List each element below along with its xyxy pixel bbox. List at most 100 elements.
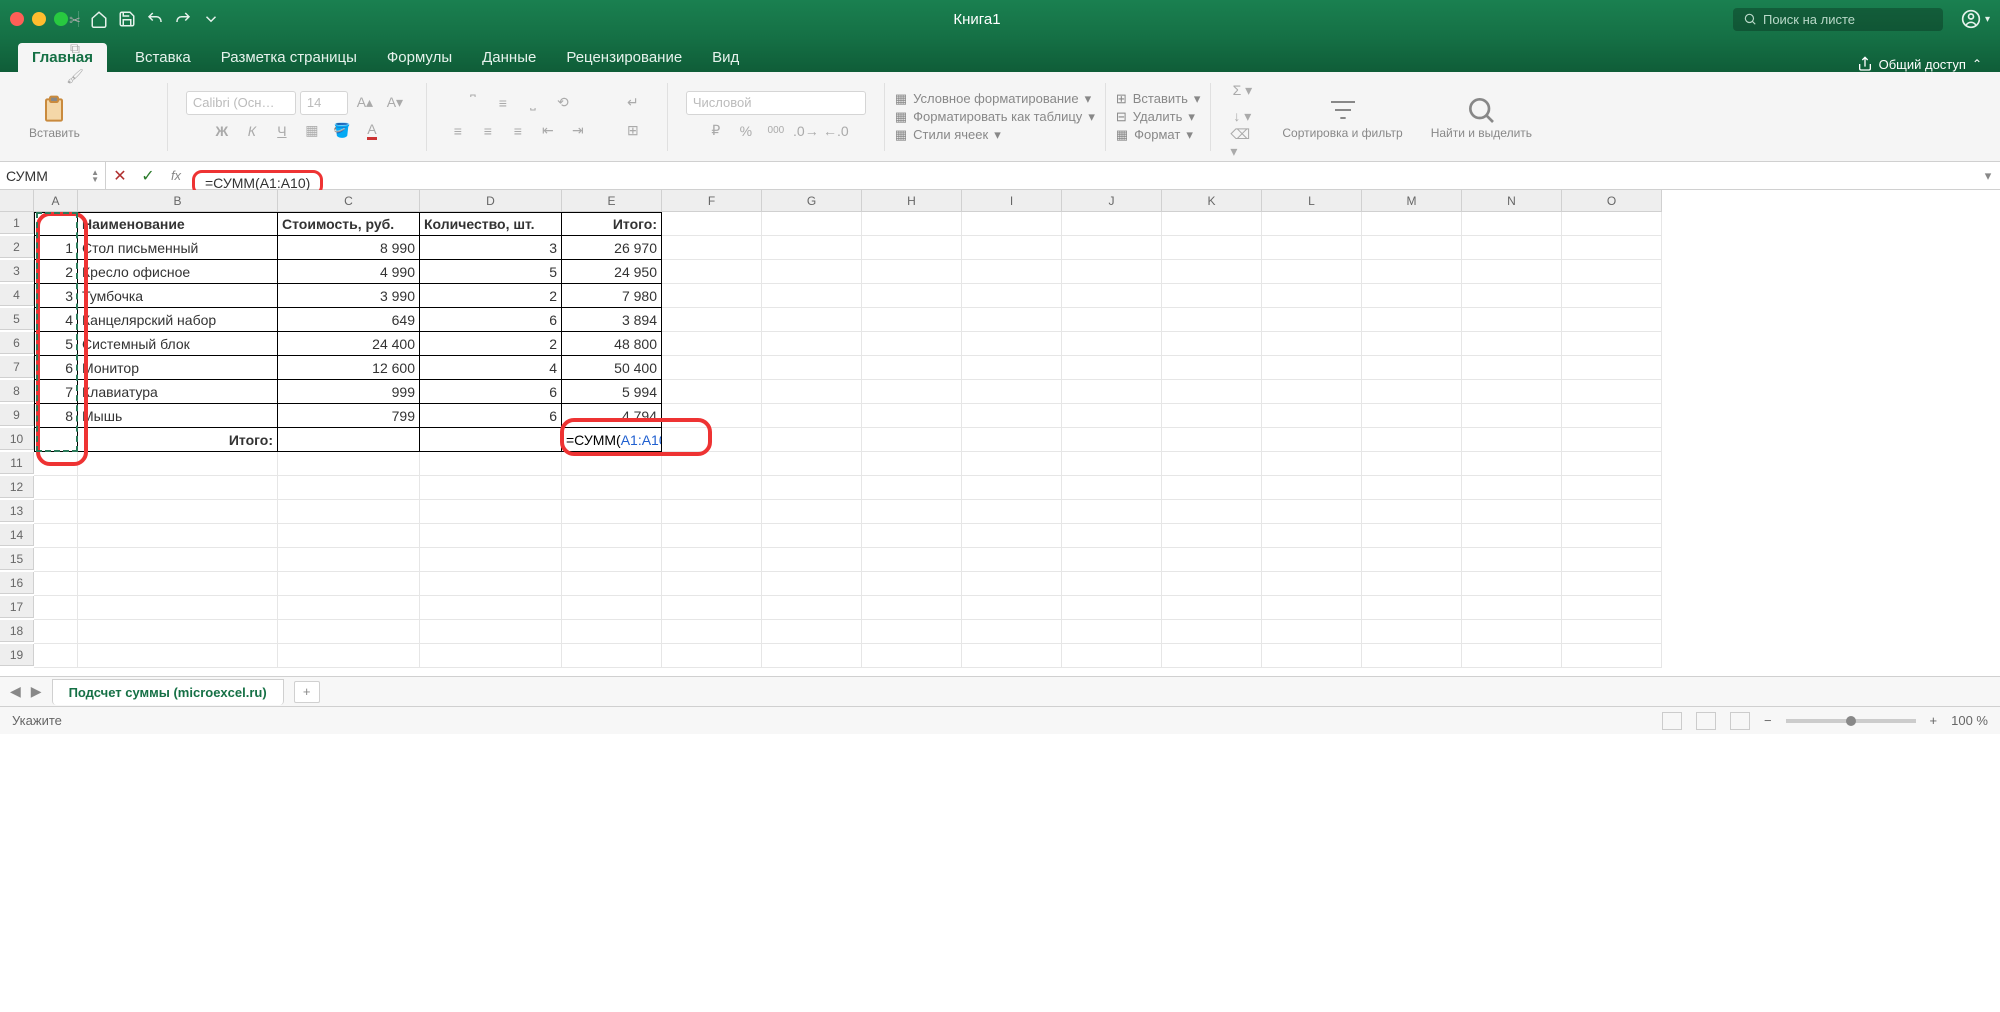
cell-N1[interactable] — [1462, 212, 1562, 236]
cell-K4[interactable] — [1162, 284, 1262, 308]
cell-M5[interactable] — [1362, 308, 1462, 332]
align-bottom-icon[interactable]: ⎵ — [520, 91, 546, 115]
home-icon[interactable] — [89, 9, 109, 29]
cell-E7[interactable]: 50 400 — [562, 356, 662, 380]
cell-O10[interactable] — [1562, 428, 1662, 452]
cell-B18[interactable] — [78, 620, 278, 644]
cell-A4[interactable]: 3 — [34, 284, 78, 308]
cell-O14[interactable] — [1562, 524, 1662, 548]
cell-D7[interactable]: 4 — [420, 356, 562, 380]
cell-H6[interactable] — [862, 332, 962, 356]
cell-B9[interactable]: Мышь — [78, 404, 278, 428]
cell-I2[interactable] — [962, 236, 1062, 260]
align-middle-icon[interactable]: ≡ — [490, 91, 516, 115]
cell-O3[interactable] — [1562, 260, 1662, 284]
cell-I5[interactable] — [962, 308, 1062, 332]
cell-F9[interactable] — [662, 404, 762, 428]
col-header-I[interactable]: I — [962, 190, 1062, 212]
select-all-corner[interactable] — [0, 190, 34, 212]
cell-E1[interactable]: Итого: — [562, 212, 662, 236]
cell-A18[interactable] — [34, 620, 78, 644]
cell-K17[interactable] — [1162, 596, 1262, 620]
cell-B14[interactable] — [78, 524, 278, 548]
cell-I9[interactable] — [962, 404, 1062, 428]
cell-F8[interactable] — [662, 380, 762, 404]
increase-font-icon[interactable]: A▴ — [352, 91, 378, 115]
cell-M10[interactable] — [1362, 428, 1462, 452]
row-header-10[interactable]: 10 — [0, 428, 34, 450]
cell-K19[interactable] — [1162, 644, 1262, 668]
cell-F12[interactable] — [662, 476, 762, 500]
cell-J16[interactable] — [1062, 572, 1162, 596]
row-header-4[interactable]: 4 — [0, 284, 34, 306]
cell-B1[interactable]: Наименование — [78, 212, 278, 236]
cell-N14[interactable] — [1462, 524, 1562, 548]
cell-K11[interactable] — [1162, 452, 1262, 476]
cell-H13[interactable] — [862, 500, 962, 524]
font-size-select[interactable]: 14 — [300, 91, 348, 115]
row-header-19[interactable]: 19 — [0, 644, 34, 666]
cell-H15[interactable] — [862, 548, 962, 572]
account-icon[interactable]: ▾ — [1961, 9, 1990, 29]
cell-C10[interactable] — [278, 428, 420, 452]
cell-C4[interactable]: 3 990 — [278, 284, 420, 308]
cell-N5[interactable] — [1462, 308, 1562, 332]
percent-icon[interactable]: % — [733, 119, 759, 143]
format-painter-icon[interactable]: 🖌 — [62, 64, 88, 88]
cell-F13[interactable] — [662, 500, 762, 524]
row-header-1[interactable]: 1 — [0, 212, 34, 234]
cell-B16[interactable] — [78, 572, 278, 596]
cell-D4[interactable]: 2 — [420, 284, 562, 308]
find-select-button[interactable]: Найти и выделить — [1422, 89, 1541, 145]
cell-M9[interactable] — [1362, 404, 1462, 428]
bold-icon[interactable]: Ж — [209, 119, 235, 143]
insert-cells[interactable]: ⊞ Вставить ▾ — [1116, 91, 1201, 107]
cell-F3[interactable] — [662, 260, 762, 284]
cell-H2[interactable] — [862, 236, 962, 260]
cell-I15[interactable] — [962, 548, 1062, 572]
clear-icon[interactable]: ⌫ ▾ — [1229, 131, 1255, 155]
cell-A8[interactable]: 7 — [34, 380, 78, 404]
cell-K8[interactable] — [1162, 380, 1262, 404]
cell-K6[interactable] — [1162, 332, 1262, 356]
cell-C9[interactable]: 799 — [278, 404, 420, 428]
cell-K15[interactable] — [1162, 548, 1262, 572]
cell-N11[interactable] — [1462, 452, 1562, 476]
cell-A5[interactable]: 4 — [34, 308, 78, 332]
cell-C7[interactable]: 12 600 — [278, 356, 420, 380]
cell-J8[interactable] — [1062, 380, 1162, 404]
orientation-icon[interactable]: ⟲ — [550, 91, 576, 115]
cell-I3[interactable] — [962, 260, 1062, 284]
cell-K16[interactable] — [1162, 572, 1262, 596]
cell-L19[interactable] — [1262, 644, 1362, 668]
cell-G16[interactable] — [762, 572, 862, 596]
cell-F16[interactable] — [662, 572, 762, 596]
delete-cells[interactable]: ⊟ Удалить ▾ — [1116, 109, 1201, 125]
worksheet[interactable]: ABCDEFGHIJKLMNO1НаименованиеСтоимость, р… — [0, 190, 2000, 676]
cell-F1[interactable] — [662, 212, 762, 236]
cell-J3[interactable] — [1062, 260, 1162, 284]
cell-N3[interactable] — [1462, 260, 1562, 284]
font-color-icon[interactable]: A — [359, 119, 385, 143]
col-header-N[interactable]: N — [1462, 190, 1562, 212]
border-icon[interactable]: ▦ — [299, 119, 325, 143]
cell-N10[interactable] — [1462, 428, 1562, 452]
cell-D2[interactable]: 3 — [420, 236, 562, 260]
cell-C3[interactable]: 4 990 — [278, 260, 420, 284]
cell-M12[interactable] — [1362, 476, 1462, 500]
row-header-15[interactable]: 15 — [0, 548, 34, 570]
cell-O18[interactable] — [1562, 620, 1662, 644]
cell-G12[interactable] — [762, 476, 862, 500]
cell-K14[interactable] — [1162, 524, 1262, 548]
cell-D17[interactable] — [420, 596, 562, 620]
cell-A10[interactable] — [34, 428, 78, 452]
cell-D13[interactable] — [420, 500, 562, 524]
zoom-slider[interactable] — [1786, 719, 1916, 723]
indent-dec-icon[interactable]: ⇤ — [535, 119, 561, 143]
cell-A12[interactable] — [34, 476, 78, 500]
align-top-icon[interactable]: ⎴ — [460, 91, 486, 115]
cell-G18[interactable] — [762, 620, 862, 644]
cell-H19[interactable] — [862, 644, 962, 668]
cell-E15[interactable] — [562, 548, 662, 572]
cell-H5[interactable] — [862, 308, 962, 332]
